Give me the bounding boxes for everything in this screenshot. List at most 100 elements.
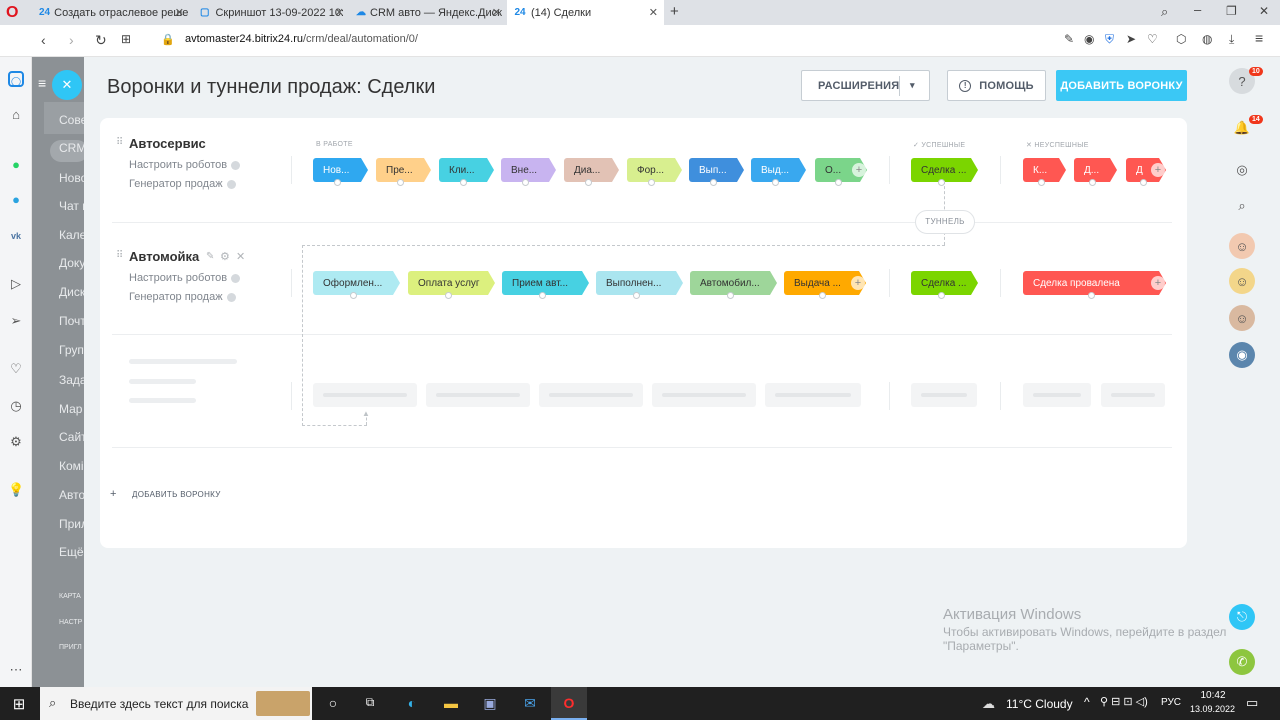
stage-chip[interactable]: Оформлен...: [313, 271, 400, 299]
tab-2[interactable]: ▢ Скриншот 13-09-2022 10: ✕: [192, 0, 350, 25]
stage-connector-dot[interactable]: [539, 292, 546, 299]
help-button[interactable]: ! ПОМОЩЬ: [947, 70, 1046, 101]
left-menu-section[interactable]: НАСТР: [59, 619, 84, 626]
stage-connector-dot[interactable]: [772, 179, 779, 186]
language-indicator[interactable]: РУС: [1161, 697, 1181, 708]
stage-connector-dot[interactable]: [1038, 179, 1045, 186]
left-menu-item[interactable]: Кале: [59, 228, 84, 242]
player-icon[interactable]: ▷: [8, 276, 24, 292]
clock-date[interactable]: 13.09.2022: [1190, 704, 1235, 714]
left-menu-item[interactable]: Сове: [59, 113, 84, 127]
stage-chip[interactable]: Прием авт...: [502, 271, 589, 299]
home-icon[interactable]: ◯: [8, 71, 24, 87]
phone-icon[interactable]: ✆: [1229, 649, 1255, 675]
stage-connector-dot[interactable]: [585, 179, 592, 186]
hint-icon[interactable]: [231, 160, 241, 170]
left-menu-item[interactable]: Зада: [59, 373, 84, 387]
avatar[interactable]: ☺: [1229, 268, 1255, 294]
add-funnel-button[interactable]: ДОБАВИТЬ ВОРОНКУ: [1056, 70, 1187, 101]
opera-logo-icon[interactable]: O: [6, 4, 23, 21]
stage-chip[interactable]: Пре...: [376, 158, 431, 186]
restore-icon[interactable]: ❐: [1226, 4, 1237, 18]
left-menu-item[interactable]: Груп: [59, 343, 84, 357]
add-stage-icon[interactable]: +: [1151, 163, 1165, 177]
forward-icon[interactable]: ›: [69, 32, 74, 48]
hint-icon[interactable]: [226, 179, 236, 189]
shield-icon[interactable]: ⛨: [1105, 32, 1114, 47]
tab-4-active[interactable]: 24 (14) Сделки ✕: [507, 0, 664, 25]
stage-chip[interactable]: Д...: [1074, 158, 1117, 186]
taskbar-search-input[interactable]: ⌕ Введите здесь текст для поиска: [40, 687, 312, 720]
left-menu-item[interactable]: Чат и: [59, 199, 84, 213]
edge-icon[interactable]: ◐: [403, 695, 421, 713]
left-menu-item[interactable]: Ново: [59, 171, 84, 185]
avatar[interactable]: ☺: [1229, 305, 1255, 331]
bookmark-home-icon[interactable]: ⌂: [8, 107, 24, 123]
stage-chip[interactable]: Вып...: [689, 158, 744, 186]
left-menu-section[interactable]: КАРТА: [59, 593, 84, 600]
stage-connector-dot[interactable]: [334, 179, 341, 186]
profile-icon[interactable]: ◍: [1202, 32, 1212, 46]
minimize-icon[interactable]: –: [1194, 2, 1201, 17]
close-window-icon[interactable]: ✕: [1259, 4, 1269, 18]
search-icon[interactable]: ⌕: [1229, 193, 1255, 219]
tab-3[interactable]: ☁ CRM авто — Яндекс.Диск ✕: [350, 0, 507, 25]
hint-icon[interactable]: [231, 273, 241, 283]
lightbulb-icon[interactable]: 💡: [8, 482, 24, 498]
send-icon[interactable]: ➤: [1126, 32, 1136, 46]
left-menu-item[interactable]: Ещё: [59, 545, 84, 559]
stage-connector-dot[interactable]: [648, 179, 655, 186]
stage-connector-dot[interactable]: [350, 292, 357, 299]
close-slider-button[interactable]: ✕: [52, 70, 82, 100]
back-icon[interactable]: ‹: [41, 32, 46, 48]
stage-connector-dot[interactable]: [522, 179, 529, 186]
left-menu-item[interactable]: Прил: [59, 517, 84, 531]
search-tabs-icon[interactable]: ⌕: [1161, 4, 1168, 20]
tray-icons[interactable]: ⚲ ⊟ ⊡ ◁): [1100, 695, 1148, 708]
history-icon[interactable]: ◷: [8, 398, 24, 414]
favorites-icon[interactable]: ♡: [8, 361, 24, 377]
group-chat-icon[interactable]: ◉: [1229, 342, 1255, 368]
close-tab-icon[interactable]: ✕: [175, 6, 184, 19]
stage-connector-dot[interactable]: [834, 179, 842, 186]
left-menu-item[interactable]: Мар: [59, 402, 84, 416]
stage-chip[interactable]: Выполнен...: [596, 271, 683, 299]
weather-text[interactable]: 11°C Cloudy: [1006, 697, 1073, 711]
menu-icon[interactable]: ≡: [1255, 30, 1263, 46]
stage-chip[interactable]: Автомобил...: [690, 271, 777, 299]
task-view-icon[interactable]: ⧉: [361, 695, 379, 713]
chat-icon[interactable]: ◎: [1229, 157, 1255, 183]
stage-connector-dot[interactable]: [633, 292, 640, 299]
stage-chip[interactable]: Выдача ... +: [784, 271, 866, 299]
chevron-down-icon[interactable]: ▾: [910, 80, 915, 91]
left-menu-item[interactable]: Комі: [59, 459, 84, 473]
stage-chip[interactable]: Оплата услуг: [408, 271, 495, 299]
send-icon[interactable]: ➢: [8, 313, 24, 329]
stage-connector-dot[interactable]: [1139, 179, 1147, 186]
new-tab-icon[interactable]: +: [670, 3, 679, 20]
stage-chip[interactable]: Нов...: [313, 158, 368, 186]
whatsapp-icon[interactable]: ●: [8, 157, 24, 173]
stage-connector-dot[interactable]: [397, 179, 404, 186]
tab-1[interactable]: 24 Создать отраслевое реше ✕: [33, 0, 190, 25]
edit-icon[interactable]: ✎: [206, 251, 214, 262]
avatar[interactable]: ☺: [1229, 233, 1255, 259]
open-channel-icon[interactable]: ⎋: [1229, 604, 1255, 630]
clock-time[interactable]: 10:42: [1198, 690, 1228, 701]
close-tab-icon[interactable]: ✕: [492, 6, 501, 19]
stage-chip[interactable]: Сделка ...: [911, 271, 978, 299]
stage-chip[interactable]: Диа...: [564, 158, 619, 186]
windows-start-icon[interactable]: ⊞: [10, 695, 28, 713]
download-icon[interactable]: ⤓: [1229, 32, 1234, 47]
stage-connector-dot[interactable]: [938, 292, 945, 299]
settings-icon[interactable]: ⚙: [8, 434, 24, 450]
explorer-icon[interactable]: ▬: [442, 695, 460, 713]
left-menu-item[interactable]: Сайт: [59, 430, 84, 444]
left-menu-section[interactable]: ПРИГЛ: [59, 644, 84, 651]
opera-taskbar-icon[interactable]: O: [560, 695, 578, 713]
stage-chip[interactable]: Выд...: [751, 158, 806, 186]
left-menu-item[interactable]: Диск: [59, 285, 84, 299]
configure-robots-link[interactable]: Настроить роботов: [129, 159, 241, 171]
hint-icon[interactable]: [226, 292, 236, 302]
left-menu-item[interactable]: Доку: [59, 256, 84, 270]
